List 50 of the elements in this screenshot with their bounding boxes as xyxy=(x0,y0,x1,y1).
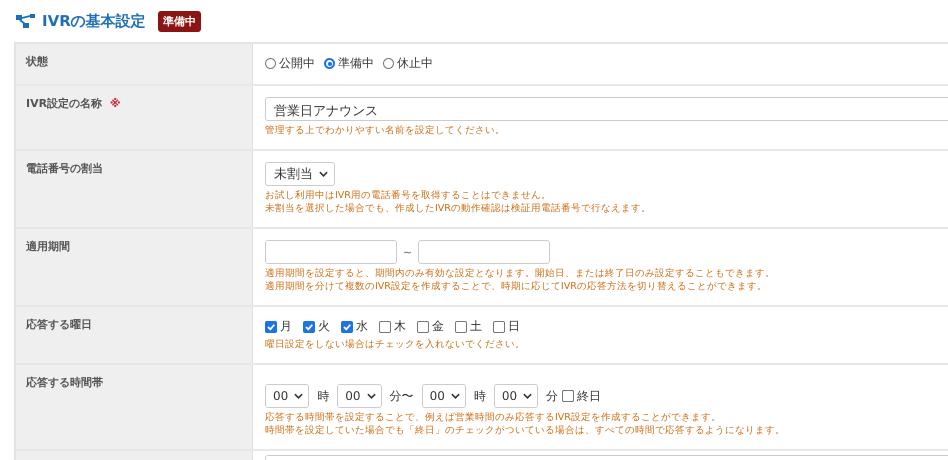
chevron-down-icon xyxy=(450,393,460,399)
phone-number-select[interactable]: 未割当 xyxy=(265,162,335,186)
checkmark-icon xyxy=(342,322,352,332)
radio-option[interactable]: 休止中 xyxy=(383,55,433,72)
required-mark: ※ xyxy=(110,97,121,110)
weekday-checkbox[interactable]: 月 xyxy=(265,318,292,335)
help-text: 応答する時間帯を設定することで、例えば営業時間のみ応答するIVR設定を作成することができます。 xyxy=(265,411,722,424)
weekday-checkbox[interactable]: 水 xyxy=(341,318,368,335)
field-label: 電話番号の割当 xyxy=(26,162,103,175)
time-unit: 分〜 xyxy=(390,388,414,404)
field-label: 適用期間 xyxy=(26,240,70,253)
field-label: 状態 xyxy=(26,55,48,68)
help-text: 管理する上でわかりやすい名前を設定してください。 xyxy=(265,124,506,137)
time-unit: 分 xyxy=(546,388,558,404)
time-select[interactable]: 00 xyxy=(494,384,538,408)
end-date-field[interactable] xyxy=(418,240,550,264)
chevron-down-icon xyxy=(294,393,304,399)
help-text: お試し利用中はIVR用の電話番号を取得することはできません。 xyxy=(265,189,552,202)
weekday-checkbox[interactable]: 木 xyxy=(379,318,406,335)
help-text: 適用期間を設定すると、期間内のみ有効な設定となります。開始日、または終了日のみ設定することもできます。 xyxy=(265,267,776,280)
chevron-down-icon xyxy=(366,393,376,399)
time-unit: 時 xyxy=(317,388,330,404)
help-text: 曜日設定をしない場合はチェックを入れないでください。 xyxy=(265,338,526,351)
weekday-checkbox[interactable]: 日 xyxy=(493,318,520,335)
help-text: 適用期間を分けて複数のIVR設定を作成することで、時期に応じてIVRの応答方法を切り替えることができます。 xyxy=(265,280,768,293)
chevron-down-icon xyxy=(319,171,328,177)
radio-option[interactable]: 公開中 xyxy=(265,55,315,72)
help-text: 未割当を選択した場合でも、作成したIVRの動作確認は検証用電話番号で行なえます。 xyxy=(265,202,652,215)
page-title: IVRの基本設定 xyxy=(42,12,146,30)
time-select[interactable]: 00 xyxy=(337,384,382,408)
radio-option[interactable]: 準備中 xyxy=(324,55,374,72)
time-select[interactable]: 00 xyxy=(265,384,310,408)
weekday-checkbox[interactable]: 土 xyxy=(455,318,482,335)
range-separator: ~ xyxy=(403,246,412,258)
chevron-down-icon xyxy=(523,393,532,399)
field-label: IVR設定の名称 xyxy=(26,97,102,110)
field-label: 応答する時間帯 xyxy=(26,376,103,389)
time-unit: 時 xyxy=(474,388,486,404)
status-badge: 準備中 xyxy=(158,10,201,32)
name-input-field[interactable]: 営業日アナウンス xyxy=(265,97,948,121)
help-text: 時間帯を設定していた場合でも「終日」のチェックがついている場合は、すべての時間で応答するようになります。 xyxy=(265,424,786,437)
weekday-checkbox[interactable]: 金 xyxy=(417,318,444,335)
field-label: 応答する曜日 xyxy=(26,318,92,331)
start-date-field[interactable] xyxy=(265,240,397,264)
network-icon xyxy=(16,13,36,29)
all-day-checkbox[interactable]: 終日 xyxy=(562,388,602,404)
checkmark-icon xyxy=(304,322,314,332)
checkmark-icon xyxy=(266,322,276,332)
time-select[interactable]: 00 xyxy=(422,384,466,408)
weekday-checkbox[interactable]: 火 xyxy=(303,318,330,335)
